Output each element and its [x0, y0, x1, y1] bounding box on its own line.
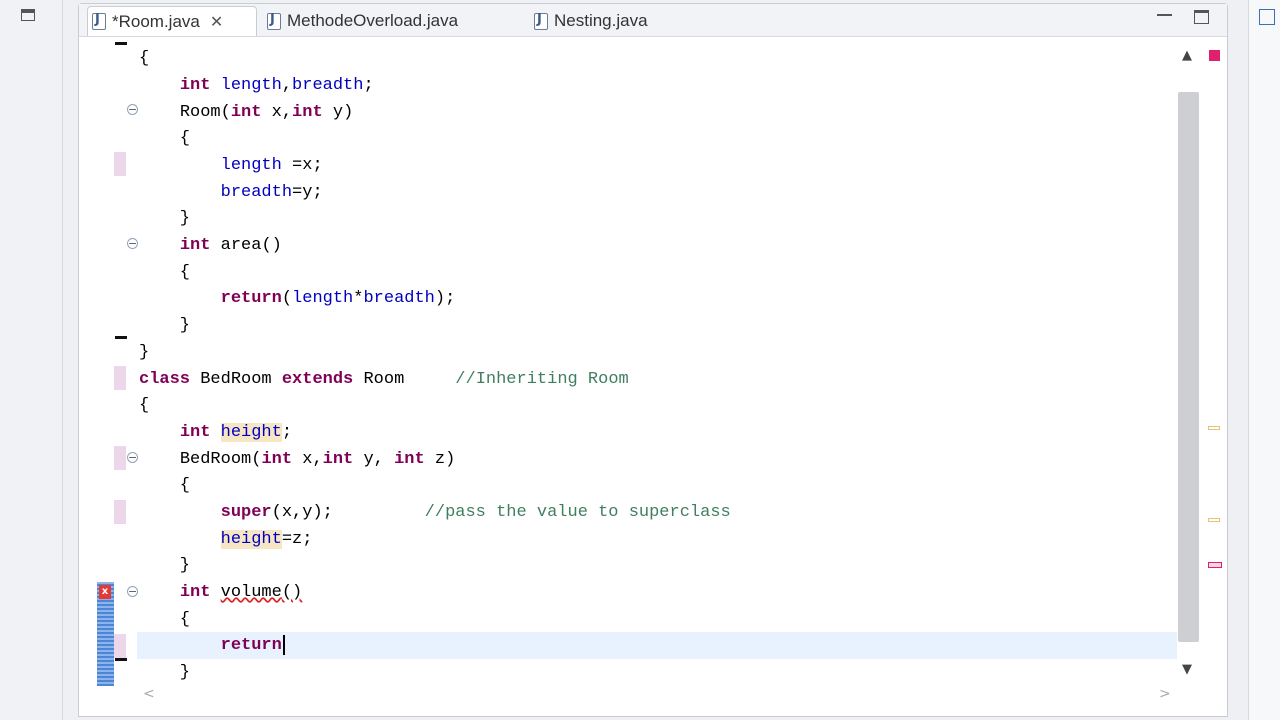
code-line: length =x; [220, 156, 323, 175]
occurrence-marker[interactable] [1208, 426, 1220, 430]
code-line: { [139, 263, 191, 282]
code-line: height=z; [220, 530, 313, 549]
scroll-down-icon[interactable]: ▼ [1182, 662, 1192, 677]
current-line-highlight [137, 632, 1177, 659]
change-marker [114, 152, 126, 176]
code-line: breadth=y; [220, 183, 323, 202]
code-editor[interactable]: x − − − − { int length,breadth; Room(int… [87, 36, 1177, 686]
code-line: int volume() [179, 583, 303, 602]
scroll-thumb[interactable] [1178, 92, 1199, 642]
code-line: { [139, 476, 191, 495]
java-editor: J *Room.java ✕ J MethodeOverload.java J … [78, 3, 1228, 717]
code-line: int area() [179, 236, 282, 255]
java-file-icon: J [267, 12, 281, 30]
close-icon[interactable]: ✕ [210, 12, 223, 31]
horizontal-scrollbar[interactable]: < > [129, 684, 1175, 706]
code-line: { [139, 396, 150, 415]
code-line: } [139, 316, 191, 335]
tab-label: MethodeOverload.java [287, 11, 459, 30]
scroll-right-icon[interactable]: > [1159, 686, 1171, 702]
code-line: { [139, 610, 191, 629]
scroll-up-icon[interactable]: ▲ [1182, 48, 1192, 63]
code-line: { [139, 49, 150, 68]
code-line: } [139, 556, 191, 575]
scroll-left-icon[interactable]: < [143, 686, 155, 702]
tab-room-java[interactable]: J *Room.java ✕ [87, 6, 257, 36]
code-line: } [139, 663, 191, 682]
editor-tab-bar: J *Room.java ✕ J MethodeOverload.java J … [79, 4, 1227, 37]
error-marker[interactable] [1208, 562, 1222, 568]
change-marker [114, 500, 126, 524]
tab-methodeoverload-java[interactable]: J MethodeOverload.java [267, 6, 458, 36]
code-line: int height; [179, 423, 293, 442]
text-cursor [282, 634, 285, 655]
code-line: } [139, 343, 150, 362]
tab-label: *Room.java [112, 11, 200, 31]
marker-dash [115, 42, 127, 45]
occurrence-marker[interactable] [1208, 518, 1220, 522]
code-line: Room(int x,int y) [179, 103, 354, 122]
error-icon[interactable]: x [99, 585, 111, 599]
code-line: BedRoom(int x,int y, int z) [179, 450, 456, 469]
left-trim-bar [0, 0, 63, 720]
marker-dash [115, 336, 127, 339]
code-line-current: return [139, 633, 285, 659]
code-line: } [139, 209, 191, 228]
change-marker [114, 366, 126, 390]
code-line: { [139, 129, 191, 148]
change-marker [114, 634, 126, 658]
vertical-scrollbar[interactable]: ▲ ▼ [1177, 36, 1203, 686]
code-line: class BedRoom extends Room //Inheriting … [139, 370, 629, 389]
code-line: super(x,y); //pass the value to supercla… [220, 503, 731, 522]
fold-minus-icon[interactable]: − [127, 238, 138, 249]
fold-minus-icon[interactable]: − [127, 104, 138, 115]
overview-ruler[interactable] [1203, 36, 1225, 686]
code-line: return(length*breadth); [220, 289, 456, 308]
java-file-icon: J [92, 12, 106, 30]
java-file-icon: J [534, 12, 548, 30]
change-marker [114, 446, 126, 470]
restore-view-icon[interactable] [21, 9, 35, 21]
error-marker[interactable] [1209, 50, 1220, 61]
outline-view-icon[interactable] [1259, 9, 1275, 25]
fold-minus-icon[interactable]: − [127, 452, 138, 463]
right-trim-bar [1248, 0, 1280, 720]
maximize-icon[interactable] [1194, 10, 1209, 24]
tab-label: Nesting.java [554, 11, 648, 30]
fold-minus-icon[interactable]: − [127, 586, 138, 597]
marker-dash [115, 658, 127, 661]
code-line: int length,breadth; [179, 76, 374, 95]
minimize-icon[interactable] [1157, 14, 1172, 16]
tab-nesting-java[interactable]: J Nesting.java [534, 6, 648, 36]
